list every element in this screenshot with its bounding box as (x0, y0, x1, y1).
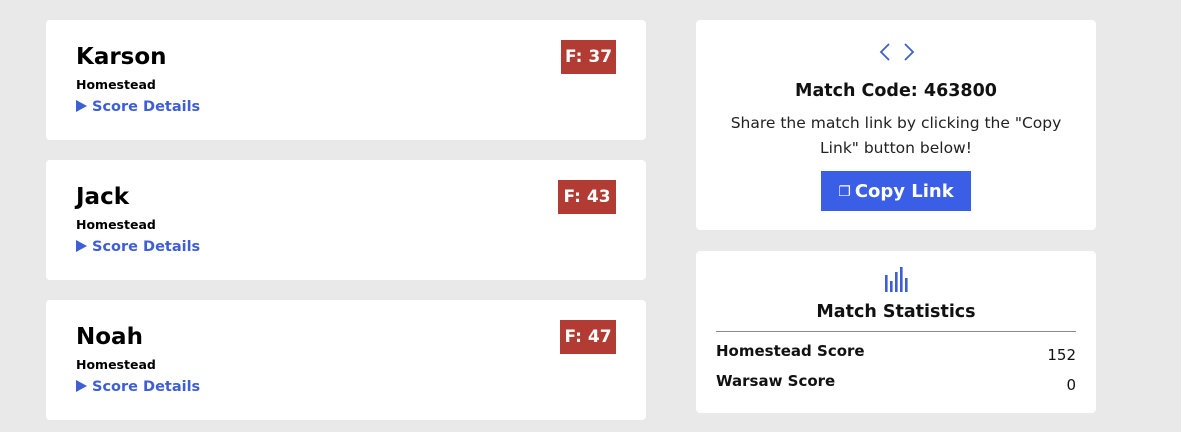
stat-row-homestead: Homestead Score 152 (716, 340, 1076, 364)
copy-icon: ❐ (838, 183, 851, 200)
stat-value: 0 (1066, 376, 1076, 394)
play-caret-icon (76, 100, 87, 112)
stat-label: Warsaw Score (716, 372, 836, 390)
foul-badge: F: 47 (560, 320, 616, 354)
code-brackets-icon (878, 42, 916, 66)
player-team: Homestead (76, 357, 156, 372)
divider (716, 331, 1076, 332)
player-team: Homestead (76, 77, 156, 92)
play-caret-icon (76, 380, 87, 392)
stat-row-warsaw: Warsaw Score 0 (716, 370, 1076, 394)
bar-chart-icon (884, 266, 910, 296)
player-name: Jack (76, 184, 130, 210)
player-name: Karson (76, 44, 167, 70)
player-card-noah: Noah Homestead Score Details F: 47 (46, 300, 646, 420)
score-details-toggle[interactable]: Score Details (76, 377, 200, 397)
player-team: Homestead (76, 217, 156, 232)
foul-badge: F: 37 (561, 40, 616, 74)
player-name: Noah (76, 324, 143, 350)
share-instructions: Share the match link by clicking the "Co… (730, 114, 1062, 157)
score-details-toggle[interactable]: Score Details (76, 97, 200, 117)
match-statistics-card: Match Statistics Homestead Score 152 War… (696, 251, 1096, 413)
score-details-label: Score Details (92, 239, 201, 255)
stat-label: Homestead Score (716, 342, 865, 360)
player-card-jack: Jack Homestead Score Details F: 43 (46, 160, 646, 280)
player-card-karson: Karson Homestead Score Details F: 37 (46, 20, 646, 140)
copy-link-label: Copy Link (854, 180, 954, 202)
score-details-label: Score Details (92, 379, 201, 395)
foul-badge: F: 43 (558, 180, 616, 214)
match-code: Match Code: 463800 (795, 81, 997, 101)
stat-value: 152 (1047, 346, 1076, 364)
stats-title: Match Statistics (816, 302, 976, 322)
match-share-card: Match Code: 463800 Share the match link … (696, 20, 1096, 230)
play-caret-icon (76, 240, 87, 252)
score-details-toggle[interactable]: Score Details (76, 237, 200, 257)
score-details-label: Score Details (92, 99, 201, 115)
copy-link-button[interactable]: ❐ Copy Link (821, 171, 971, 211)
